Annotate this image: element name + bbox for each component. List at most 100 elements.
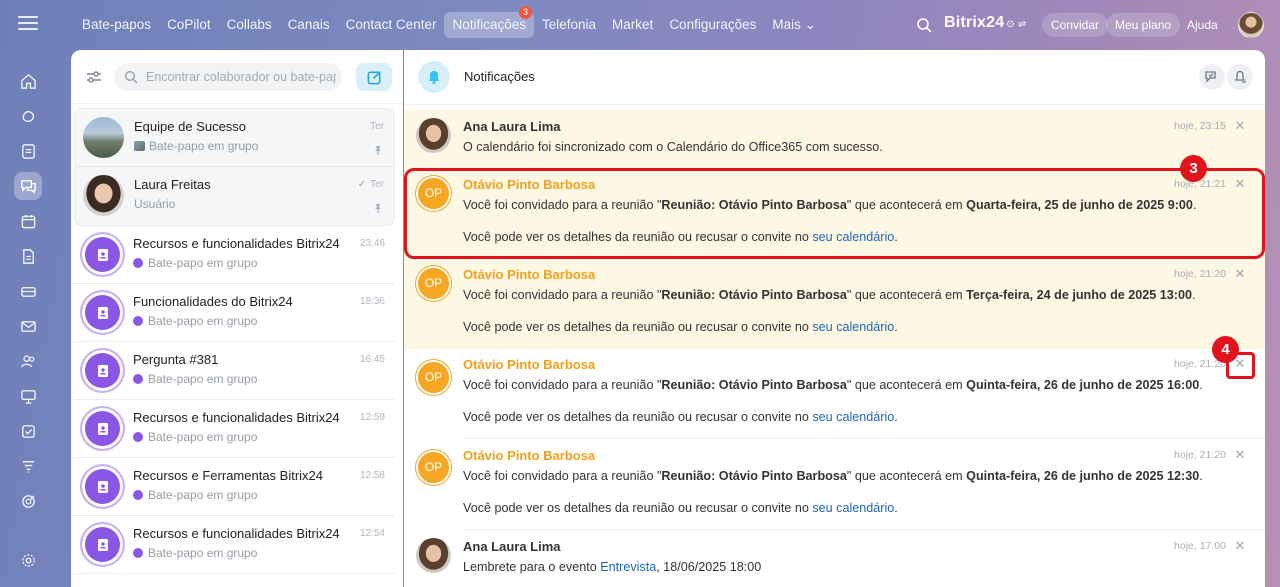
text-part: Você foi convidado para a reunião " [463, 288, 662, 302]
chat-time: 16:45 [359, 354, 385, 365]
nav-item-bate-papos[interactable]: Bate-papos [74, 12, 159, 38]
invite-button[interactable]: Convidar [1042, 13, 1109, 37]
event-link[interactable]: Entrevista [600, 560, 656, 574]
nav-item-notificacoes[interactable]: Notificações 3 [444, 6, 534, 38]
drive-icon[interactable] [14, 277, 42, 305]
search-icon[interactable] [916, 17, 932, 33]
text-part: Lembrete para o evento [463, 560, 601, 574]
filter-sliders-icon[interactable] [85, 68, 103, 86]
notification-time: hoje, 23:15 [1174, 120, 1226, 132]
feed-icon[interactable] [14, 137, 42, 165]
nav-item-contact-center[interactable]: Contact Center [338, 12, 445, 38]
group-chat-avatar [82, 524, 123, 565]
bell-settings-icon [1234, 70, 1246, 83]
chat-subtitle: Bate-papo em grupo [133, 488, 257, 502]
notification-item: Ana Laura Lima Lembrete para o evento En… [404, 530, 1265, 587]
brand-logo[interactable]: Bitrix24 ⊙ ⇌ [944, 14, 1026, 32]
meeting-title: Reunião: Otávio Pinto Barbosa [661, 469, 847, 483]
help-button[interactable]: Ajuda [1178, 13, 1227, 37]
employees-icon[interactable] [14, 347, 42, 375]
chat-item[interactable]: Funcionalidades do Bitrix24 Bate-papo em… [74, 284, 395, 342]
text-part: " que acontecerá em [846, 378, 967, 392]
text-part: . [1199, 469, 1203, 483]
group-chat-avatar [82, 408, 123, 449]
notification-author[interactable]: Otávio Pinto Barbosa [463, 357, 595, 372]
chat-search-input[interactable] [146, 63, 336, 91]
step-4-marker: 4 [1212, 336, 1239, 363]
close-icon[interactable]: ✕ [1233, 119, 1247, 133]
documents-icon[interactable] [14, 242, 42, 270]
chat-item[interactable]: Recursos e Ferramentas Bitrix24 Bate-pap… [74, 458, 395, 516]
text-part: " que acontecerá em [846, 288, 967, 302]
nav-item-market[interactable]: Market [604, 12, 661, 38]
notification-author[interactable]: Ana Laura Lima [463, 539, 561, 554]
calendar-link[interactable]: seu calendário [812, 410, 894, 424]
home-icon[interactable] [14, 67, 42, 95]
my-plan-button[interactable]: Meu plano [1106, 13, 1181, 37]
chat-item[interactable]: Pergunta #381 Bate-papo em grupo 16:45 [74, 342, 395, 400]
settings-gear-icon[interactable] [14, 546, 42, 574]
close-icon[interactable]: ✕ [1233, 448, 1247, 462]
close-icon[interactable]: ✕ [1233, 539, 1247, 553]
new-chat-button[interactable] [356, 63, 392, 91]
mark-all-read-button[interactable] [1199, 64, 1225, 90]
goals-icon[interactable] [14, 487, 42, 515]
group-dot-icon [133, 258, 143, 268]
author-avatar [416, 538, 451, 573]
meeting-title: Reunião: Otávio Pinto Barbosa [661, 378, 847, 392]
step-3-marker: 3 [1180, 155, 1207, 182]
presentation-icon[interactable] [14, 382, 42, 410]
copilot-icon[interactable] [14, 102, 42, 130]
chat-subtitle: Bate-papo em grupo [133, 430, 257, 444]
notification-author[interactable]: Ana Laura Lima [463, 119, 561, 134]
calendar-icon[interactable] [14, 207, 42, 235]
notification-author[interactable]: Otávio Pinto Barbosa [463, 448, 595, 463]
main-nav: Bate-papos CoPilot Collabs Canais Contac… [74, 6, 824, 38]
chat-search[interactable] [114, 63, 342, 91]
chat-item[interactable]: Laura Freitas Usuário ✓ Ter [75, 167, 394, 225]
nav-item-mais[interactable]: Mais ⌄ [764, 12, 824, 38]
calendar-link[interactable]: seu calendário [812, 320, 894, 334]
group-dot-icon [133, 316, 143, 326]
notification-text: Você pode ver os detalhes da reunião ou … [463, 320, 898, 334]
nav-item-telefonia[interactable]: Telefonia [534, 12, 604, 38]
chat-subtitle: Bate-papo em grupo [134, 139, 258, 153]
chat-item[interactable]: Recursos e funcionalidades Bitrix24 Bate… [74, 226, 395, 284]
group-chat-avatar [82, 292, 123, 333]
notification-item: OP Otávio Pinto Barbosa Você foi convida… [404, 439, 1265, 530]
text-part: Você foi convidado para a reunião " [463, 378, 662, 392]
chat-list-panel: Equipe de Sucesso Bate-papo em grupo Ter… [71, 50, 403, 587]
nav-item-copilot[interactable]: CoPilot [159, 12, 219, 38]
group-book-icon [97, 538, 108, 551]
chat-subtitle: Bate-papo em grupo [133, 372, 257, 386]
text-part: Você pode ver os detalhes da reunião ou … [463, 501, 813, 515]
top-bar: Bate-papos CoPilot Collabs Canais Contac… [0, 0, 1280, 50]
user-avatar[interactable] [1238, 12, 1264, 38]
notification-settings-button[interactable] [1227, 64, 1253, 90]
notification-text: Você pode ver os detalhes da reunião ou … [463, 501, 898, 515]
chat-item[interactable]: Recursos e funcionalidades Bitrix24 Bate… [74, 516, 395, 574]
chat-subtitle-text: Bate-papo em grupo [148, 488, 258, 502]
menu-icon[interactable] [18, 16, 38, 34]
pin-icon [375, 146, 381, 155]
calendar-link[interactable]: seu calendário [812, 501, 894, 515]
nav-item-collabs[interactable]: Collabs [219, 12, 280, 38]
chat-title: Funcionalidades do Bitrix24 [133, 294, 293, 309]
meeting-date: Terça-feira, 24 de junho de 2025 13:00 [966, 288, 1193, 302]
close-icon[interactable]: ✕ [1233, 267, 1247, 281]
chat-item[interactable]: Recursos e funcionalidades Bitrix24 Bate… [74, 400, 395, 458]
chat-subtitle: Bate-papo em grupo [133, 546, 257, 560]
nav-item-canais[interactable]: Canais [280, 12, 338, 38]
text-part: " que acontecerá em [846, 469, 967, 483]
chat-item[interactable]: Equipe de Sucesso Bate-papo em grupo Ter [75, 109, 394, 167]
tasks-icon[interactable] [14, 417, 42, 445]
crm-funnel-icon[interactable] [14, 452, 42, 480]
bell-icon [418, 61, 450, 93]
notification-count-badge: 3 [519, 6, 532, 19]
notification-author[interactable]: Otávio Pinto Barbosa [463, 267, 595, 282]
notification-text: Você foi convidado para a reunião "Reuni… [463, 378, 1203, 392]
chat-icon[interactable] [14, 172, 42, 200]
chat-time: 23:46 [359, 238, 385, 249]
nav-item-configuracoes[interactable]: Configurações [661, 12, 764, 38]
mail-icon[interactable] [14, 312, 42, 340]
